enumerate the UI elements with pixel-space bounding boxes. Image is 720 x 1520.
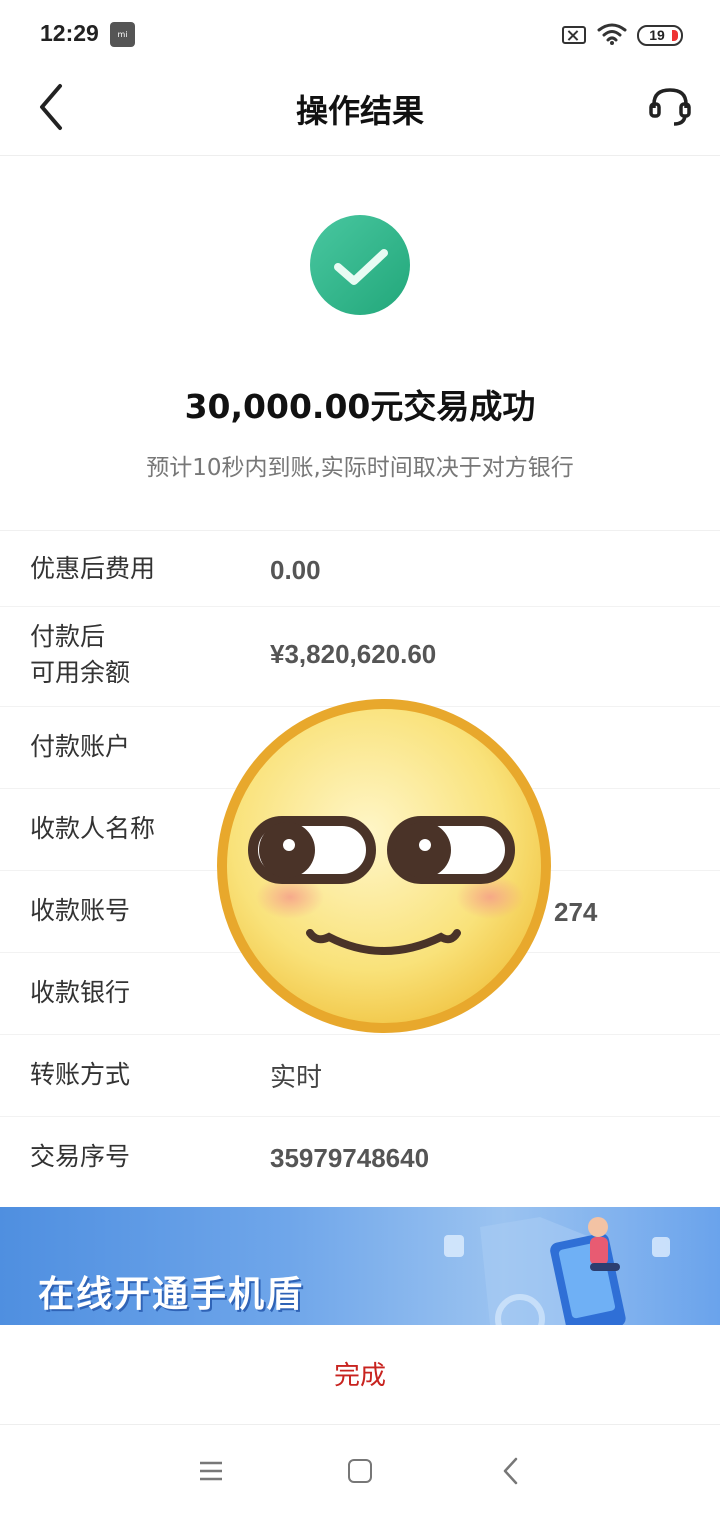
- status-time: 12:29: [40, 20, 99, 46]
- home-square-icon[interactable]: [348, 1459, 372, 1483]
- page-title: 操作结果: [295, 92, 424, 130]
- no-sim-icon: [562, 26, 586, 44]
- done-bar: 完成: [0, 1325, 720, 1425]
- menu-icon[interactable]: [199, 1460, 223, 1482]
- result-subtitle: 预计10秒内到账,实际时间取决于对方银行: [146, 455, 574, 481]
- mi-notification-icon: mi: [110, 22, 135, 47]
- payee-name-label: 收款人名称: [30, 814, 156, 843]
- detail-row-fee: 优惠后费用 0.00: [0, 531, 720, 607]
- payer-account-label: 付款账户: [30, 732, 131, 761]
- headset-icon[interactable]: [648, 84, 692, 128]
- transfer-method-label: 转账方式: [30, 1060, 131, 1089]
- done-button[interactable]: 完成: [0, 1355, 720, 1392]
- banner-text: 在线开通手机盾: [38, 1274, 305, 1315]
- detail-row-balance: 付款后 可用余额 ¥3,820,620.60: [0, 607, 720, 707]
- check-circle-icon: [310, 215, 410, 315]
- fee-value: 0.00: [270, 555, 321, 585]
- transfer-method-value: 实时: [270, 1063, 323, 1093]
- serial-label: 交易序号: [30, 1142, 131, 1171]
- detail-row-transfer-method: 转账方式 实时: [0, 1035, 720, 1117]
- detail-row-serial: 交易序号 35979748640: [0, 1117, 720, 1199]
- payee-account-label: 收款账号: [30, 896, 131, 925]
- result-headline: 30,000.00元交易成功: [184, 387, 536, 426]
- payee-bank-label: 收款银行: [30, 978, 131, 1007]
- header: 操作结果: [0, 70, 720, 156]
- balance-label-line2: 可用余额: [30, 658, 131, 687]
- battery-icon: 19: [637, 25, 683, 46]
- fee-label: 优惠后费用: [30, 554, 156, 583]
- balance-value: ¥3,820,620.60: [270, 639, 437, 669]
- serial-value: 35979748640: [270, 1143, 430, 1173]
- nav-back-icon[interactable]: [500, 1456, 522, 1486]
- wifi-icon: [597, 23, 627, 45]
- smiling-face-sticker-icon: [217, 699, 551, 1033]
- phone-shield-illustration-icon: [444, 1217, 670, 1325]
- status-bar: 12:29 mi 19: [0, 0, 720, 70]
- balance-label-line1: 付款后: [30, 622, 106, 651]
- promo-banner[interactable]: 在线开通手机盾: [0, 1207, 720, 1325]
- system-nav-bar: [0, 1426, 720, 1520]
- payee-account-value: 274: [554, 897, 598, 927]
